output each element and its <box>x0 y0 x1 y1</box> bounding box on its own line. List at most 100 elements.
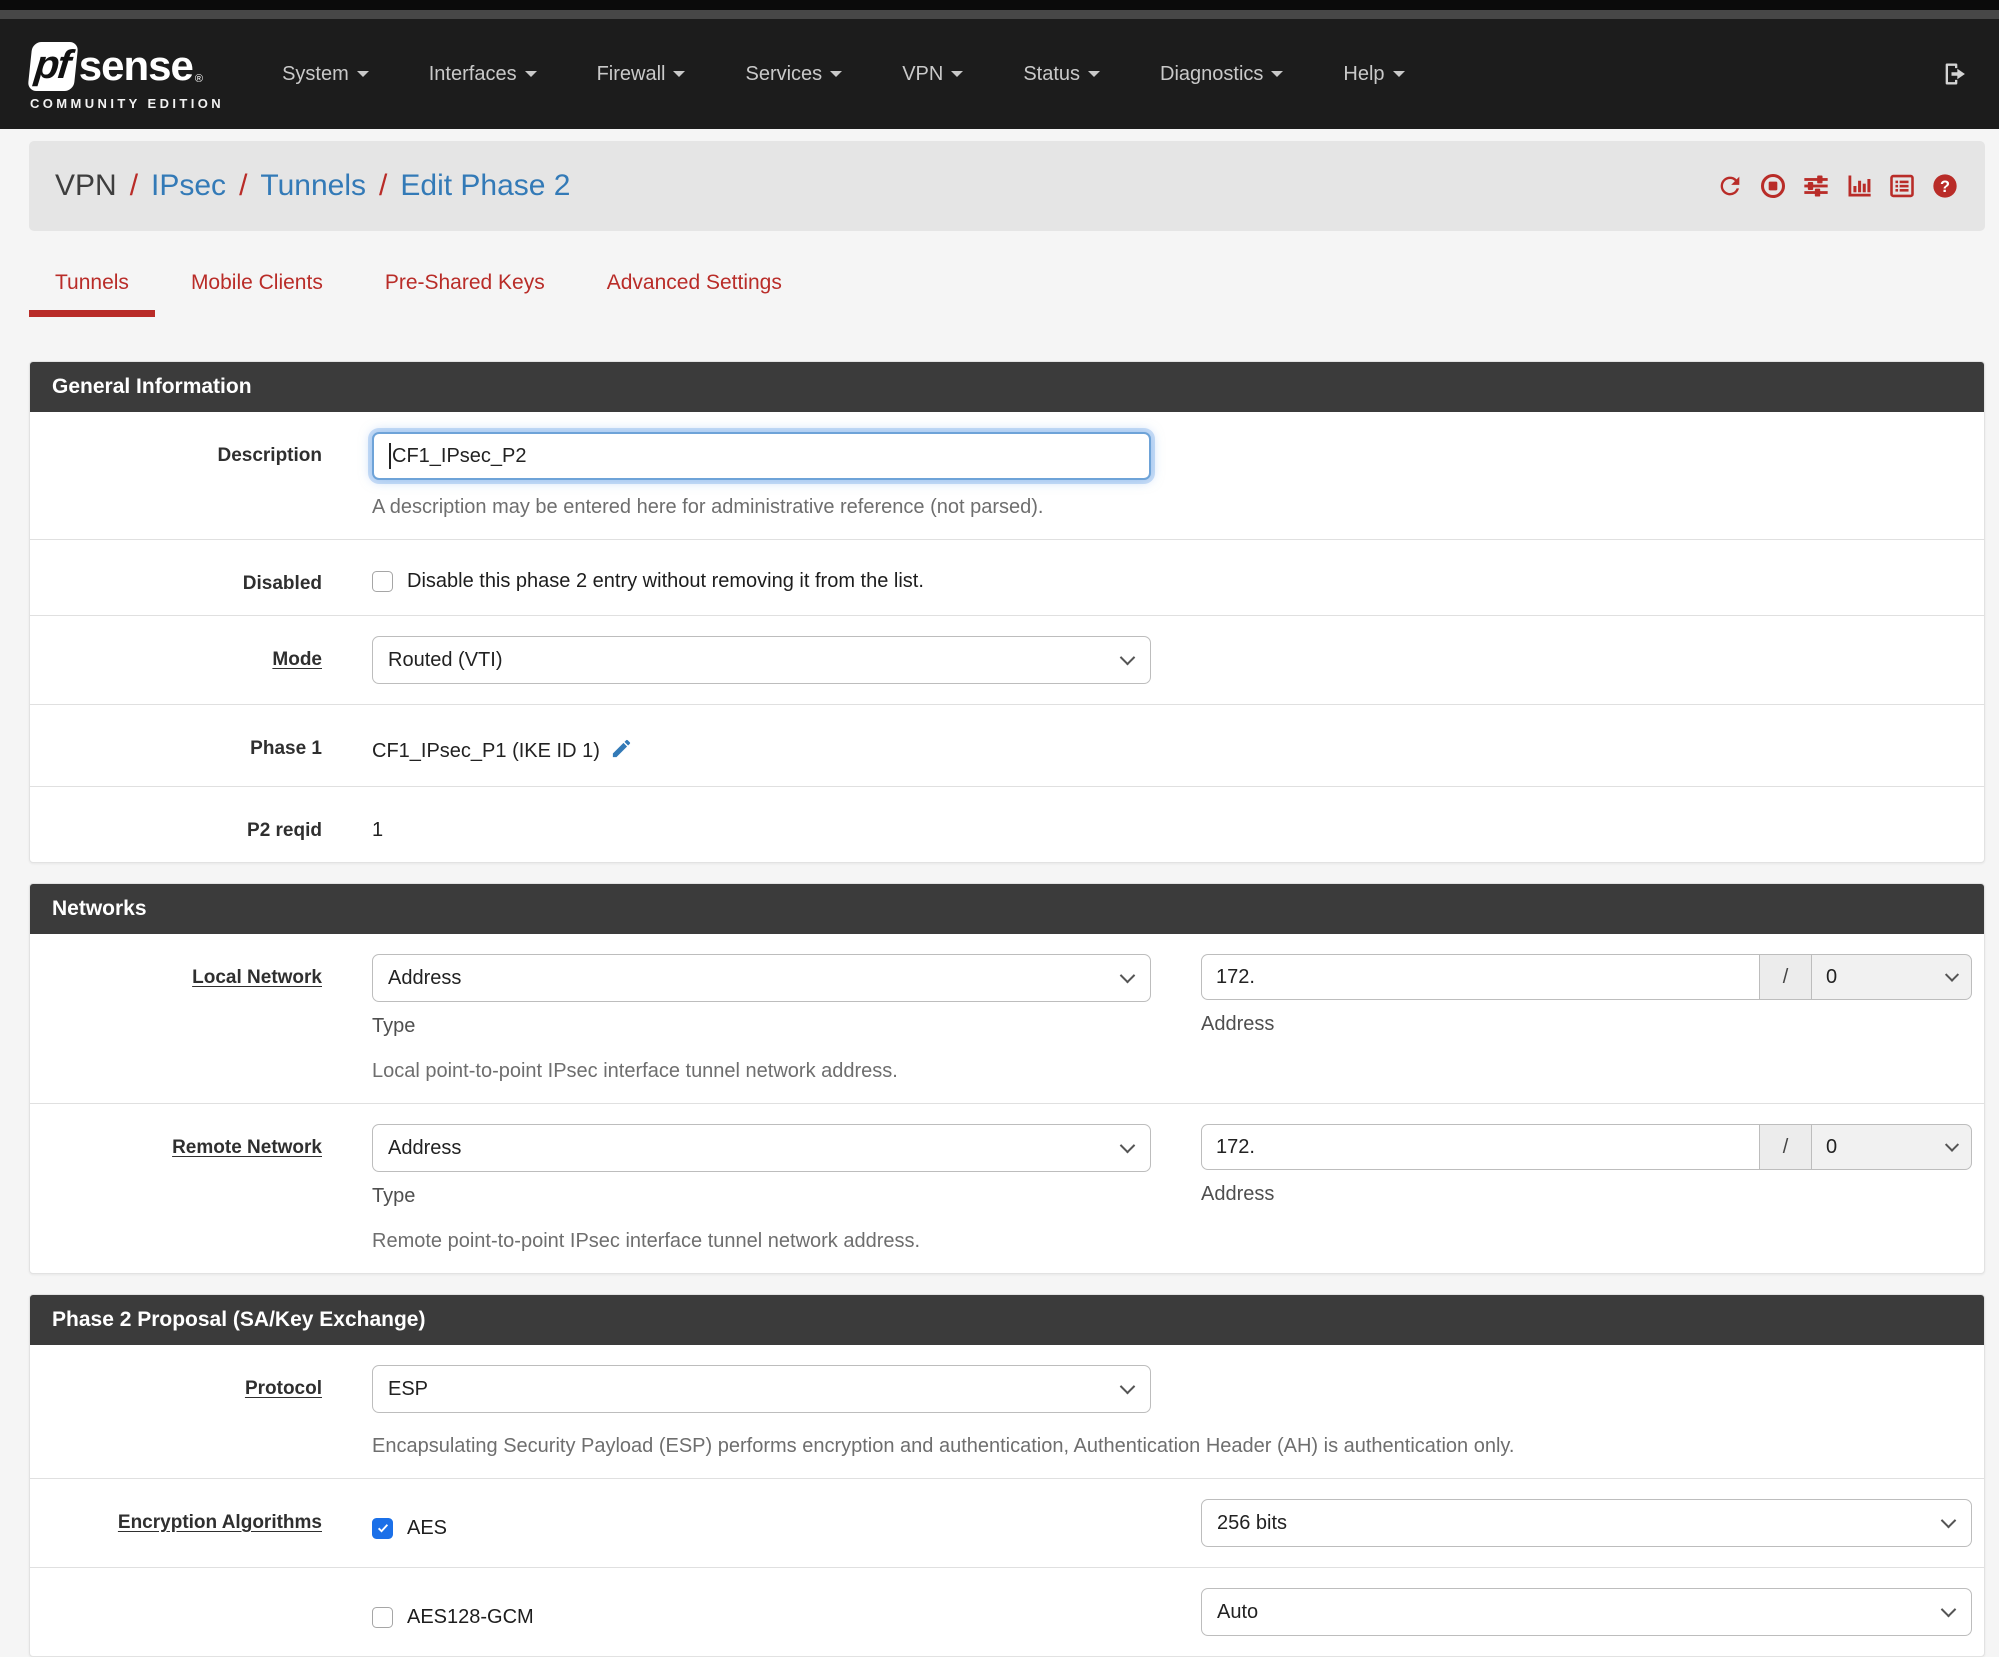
breadcrumb-tunnels[interactable]: Tunnels <box>260 169 366 203</box>
row-protocol: Protocol ESP Encapsulating Security Payl… <box>30 1345 1984 1478</box>
panel-title: Networks <box>30 884 1984 934</box>
chevron-down-icon <box>830 71 843 77</box>
sliders-icon[interactable] <box>1802 172 1830 200</box>
help-icon[interactable]: ? <box>1931 172 1959 200</box>
chevron-down-icon <box>1944 967 1960 982</box>
chevron-down-icon <box>1392 71 1405 77</box>
tab-mobile-clients[interactable]: Mobile Clients <box>165 257 349 317</box>
registered-mark: ® <box>194 72 203 85</box>
pfsense-logo-sense: sense <box>78 42 194 89</box>
breadcrumb-ipsec[interactable]: IPsec <box>151 169 226 203</box>
chevron-down-icon <box>673 71 686 77</box>
nav-firewall[interactable]: Firewall <box>597 63 686 86</box>
pfsense-logo[interactable]: pf sense ® COMMUNITY EDITION <box>27 41 225 111</box>
panel-title: General Information <box>30 362 1984 412</box>
remote-network-label: Remote Network <box>172 1137 322 1158</box>
description-help: A description may be entered here for ad… <box>372 496 1044 518</box>
tab-tunnels[interactable]: Tunnels <box>29 257 155 317</box>
aes-checkbox[interactable] <box>372 1517 393 1539</box>
protocol-select[interactable]: ESP <box>372 1365 1151 1413</box>
row-remote-network: Remote Network Address Type 172. / 0 Add… <box>30 1103 1984 1273</box>
breadcrumb: VPN / IPsec / Tunnels / Edit Phase 2 ? <box>29 141 1985 231</box>
local-network-type-select[interactable]: Address <box>372 954 1151 1002</box>
aes-bits-select[interactable]: 256 bits <box>1201 1499 1972 1547</box>
nav-interfaces[interactable]: Interfaces <box>429 63 537 86</box>
chevron-down-icon <box>1944 1137 1960 1152</box>
breadcrumb-separator: / <box>239 169 248 202</box>
cidr-slash-addon: / <box>1759 1124 1812 1170</box>
encryption-algorithms-label: Encryption Algorithms <box>117 1512 322 1533</box>
remote-address-input[interactable]: 172. <box>1201 1124 1759 1170</box>
chevron-down-icon <box>356 71 369 77</box>
mode-select[interactable]: Routed (VTI) <box>372 636 1151 684</box>
row-mode: Mode Routed (VTI) <box>30 615 1984 704</box>
description-label: Description <box>217 445 322 466</box>
breadcrumb-edit-phase2[interactable]: Edit Phase 2 <box>400 169 570 203</box>
tab-advanced-settings[interactable]: Advanced Settings <box>581 257 808 317</box>
local-address-caption: Address <box>1201 1013 1275 1035</box>
protocol-label: Protocol <box>244 1378 322 1399</box>
remote-network-type-select[interactable]: Address <box>372 1124 1151 1172</box>
nav-status[interactable]: Status <box>1023 63 1101 86</box>
tab-pre-shared-keys[interactable]: Pre-Shared Keys <box>359 257 571 317</box>
breadcrumb-separator: / <box>379 169 388 202</box>
refresh-icon[interactable] <box>1716 172 1744 200</box>
nav-system[interactable]: System <box>282 63 369 86</box>
breadcrumb-vpn: VPN <box>55 169 117 202</box>
chevron-down-icon <box>1119 649 1136 666</box>
disabled-checkbox[interactable] <box>372 571 393 592</box>
p2reqid-label: P2 reqid <box>247 820 322 841</box>
disabled-checkbox-label: Disable this phase 2 entry without remov… <box>407 570 924 592</box>
page-tabs: Tunnels Mobile Clients Pre-Shared Keys A… <box>29 257 1985 317</box>
pfsense-logo-pf: pf <box>32 42 72 87</box>
chevron-down-icon <box>1940 1601 1957 1618</box>
nav-help[interactable]: Help <box>1343 63 1405 86</box>
local-address-input[interactable]: 172. <box>1201 954 1759 1000</box>
row-encryption-aes: Encryption Algorithms AES 256 bits <box>30 1478 1984 1567</box>
phase1-label: Phase 1 <box>250 738 322 759</box>
edit-pencil-icon[interactable] <box>610 737 633 766</box>
mode-label: Mode <box>272 649 322 670</box>
chevron-down-icon <box>1119 967 1136 984</box>
p2reqid-value: 1 <box>372 819 384 841</box>
stop-icon[interactable] <box>1759 172 1787 200</box>
row-local-network: Local Network Address Type 172. / 0 Addr… <box>30 934 1984 1103</box>
aes128gcm-checkbox[interactable] <box>372 1606 393 1628</box>
nav-services[interactable]: Services <box>745 63 843 86</box>
chevron-down-icon <box>951 71 964 77</box>
top-navbar: pf sense ® COMMUNITY EDITION System Inte… <box>0 19 1999 129</box>
row-disabled: Disabled Disable this phase 2 entry with… <box>30 539 1984 615</box>
chevron-down-icon <box>1119 1137 1136 1154</box>
description-input[interactable]: CF1_IPsec_P2 <box>372 432 1151 480</box>
panel-networks: Networks Local Network Address Type 172.… <box>29 883 1985 1274</box>
svg-text:?: ? <box>1940 178 1950 196</box>
spacer-label <box>42 1588 372 1601</box>
row-p2reqid: P2 reqid 1 <box>30 786 1984 862</box>
window-top-strip <box>0 0 1999 10</box>
breadcrumb-separator: / <box>129 169 139 202</box>
log-list-icon[interactable] <box>1888 172 1916 200</box>
remote-address-caption: Address <box>1201 1183 1275 1205</box>
local-prefix-select[interactable]: 0 <box>1812 954 1972 1000</box>
panel-title: Phase 2 Proposal (SA/Key Exchange) <box>30 1295 1984 1345</box>
remote-type-caption: Type <box>372 1185 416 1207</box>
bar-chart-icon[interactable] <box>1845 172 1873 200</box>
protocol-help: Encapsulating Security Payload (ESP) per… <box>372 1435 1515 1457</box>
nav-diagnostics[interactable]: Diagnostics <box>1160 63 1284 86</box>
remote-network-help: Remote point-to-point IPsec interface tu… <box>372 1230 921 1252</box>
sign-out-icon[interactable] <box>1941 60 1969 88</box>
panel-phase2-proposal: Phase 2 Proposal (SA/Key Exchange) Proto… <box>29 1294 1985 1657</box>
chevron-down-icon <box>1119 1378 1136 1395</box>
row-description: Description CF1_IPsec_P2 A description m… <box>30 412 1984 539</box>
window-top-strip-gray <box>0 10 1999 19</box>
chevron-down-icon <box>524 71 537 77</box>
chevron-down-icon <box>1088 71 1101 77</box>
local-network-help: Local point-to-point IPsec interface tun… <box>372 1060 898 1082</box>
aes128gcm-bits-select[interactable]: Auto <box>1201 1588 1972 1636</box>
aes128gcm-checkbox-label: AES128-GCM <box>407 1605 534 1628</box>
remote-prefix-select[interactable]: 0 <box>1812 1124 1972 1170</box>
row-phase1: Phase 1 CF1_IPsec_P1 (IKE ID 1) <box>30 704 1984 786</box>
community-edition-label: COMMUNITY EDITION <box>30 95 225 111</box>
nav-vpn[interactable]: VPN <box>902 63 964 86</box>
aes-checkbox-label: AES <box>407 1516 448 1539</box>
